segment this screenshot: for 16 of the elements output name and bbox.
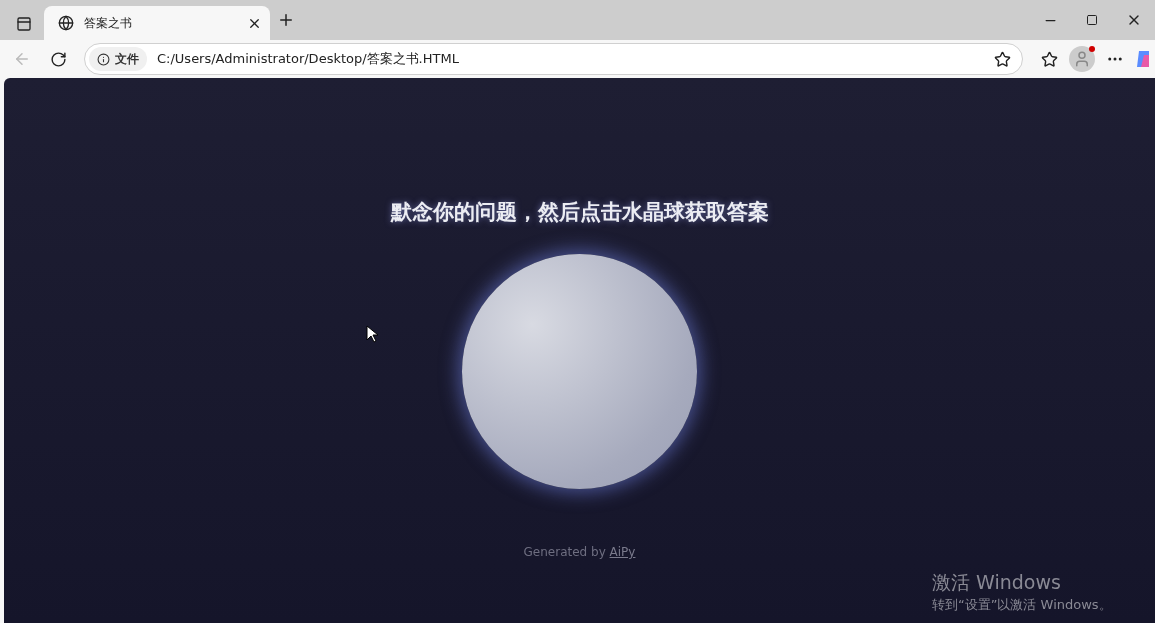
mouse-cursor-icon bbox=[366, 325, 378, 343]
crystal-ball[interactable] bbox=[462, 254, 697, 489]
footer-text: Generated by AiPy bbox=[523, 545, 636, 559]
aipy-link[interactable]: AiPy bbox=[609, 545, 636, 559]
info-icon bbox=[97, 52, 110, 66]
globe-icon bbox=[58, 15, 74, 31]
page-heading: 默念你的问题，然后点击水晶球获取答案 bbox=[390, 199, 769, 226]
site-info-button[interactable]: 文件 bbox=[89, 47, 147, 71]
person-icon bbox=[1073, 50, 1091, 68]
address-bar[interactable]: 文件 C:/Users/Administrator/Desktop/答案之书.HTML bbox=[84, 43, 1023, 75]
browser-tab[interactable]: 答案之书 bbox=[44, 6, 270, 40]
profile-avatar[interactable] bbox=[1069, 46, 1095, 72]
activation-message: 转到“设置”以激活 Windows。 bbox=[932, 596, 1112, 614]
tab-title: 答案之书 bbox=[84, 14, 133, 32]
activation-title: 激活 Windows bbox=[932, 570, 1062, 595]
copilot-icon[interactable] bbox=[1135, 49, 1149, 69]
